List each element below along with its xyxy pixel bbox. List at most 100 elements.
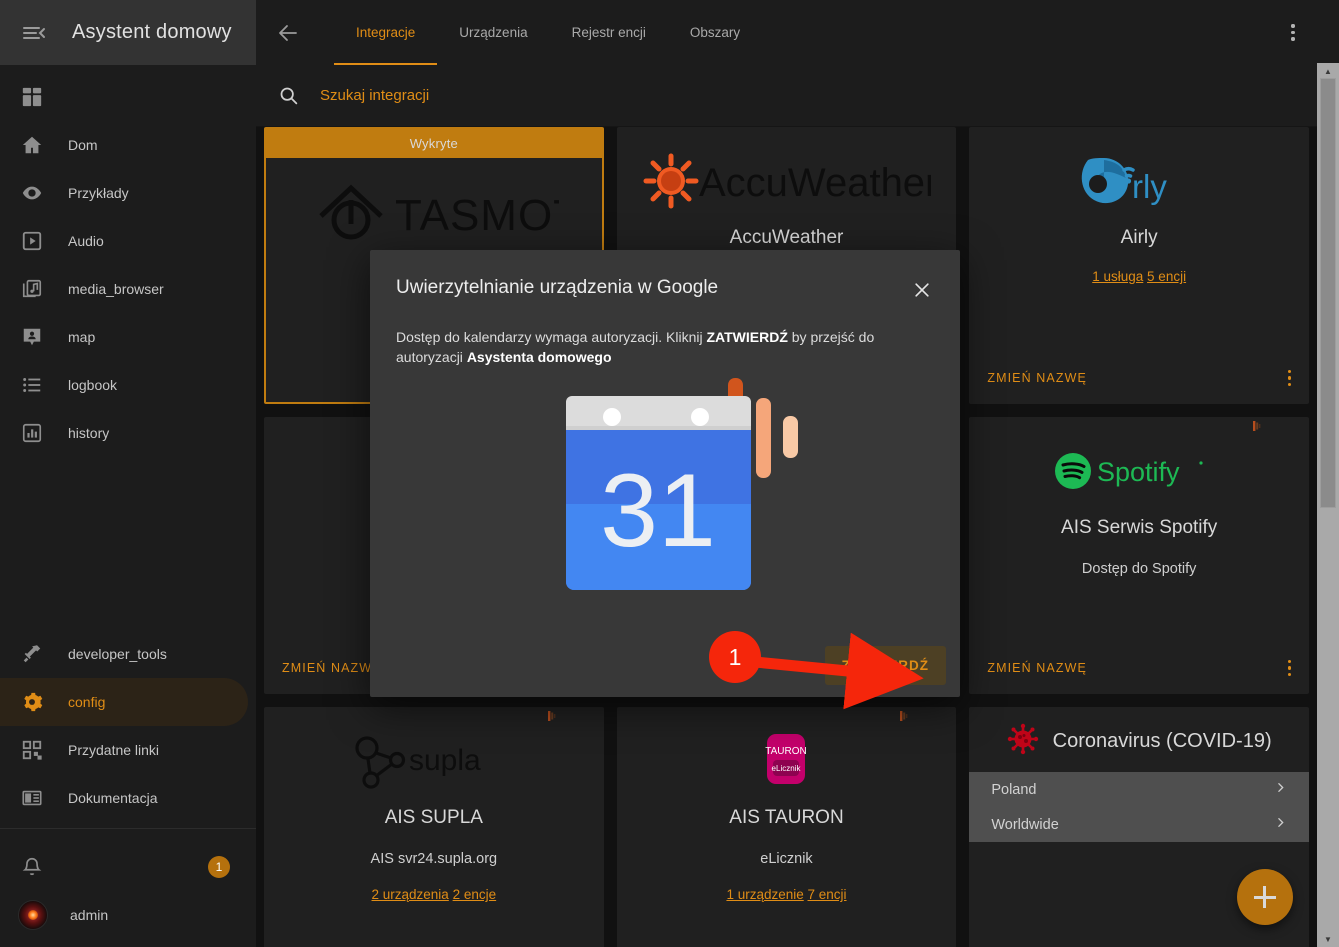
eye-icon — [18, 179, 46, 207]
card-links: 1 urządzenie 7 encji — [726, 887, 846, 902]
sidebar-item-label: logbook — [68, 377, 118, 393]
sidebar-item-przyklady[interactable]: Przykłady — [0, 169, 248, 217]
arrow-left-icon[interactable] — [264, 9, 312, 57]
sidebar-item-dom[interactable]: Dom — [0, 121, 248, 169]
avatar — [18, 900, 48, 930]
google-calendar-31-icon: 31 — [566, 377, 798, 590]
user-label: admin — [70, 907, 109, 923]
chevron-right-icon — [1274, 816, 1287, 834]
card-title: AccuWeather — [729, 227, 844, 248]
dialog-body-text: Dostęp do kalendarzy wymaga autoryzacji.… — [370, 299, 915, 368]
sidebar-item-developer-tools[interactable]: developer_tools — [0, 630, 248, 678]
card-title: Coronavirus (COVID-19) — [1052, 730, 1272, 752]
tauron-elicznik-logo: TAURON eLicznik — [759, 725, 813, 797]
card-body: supla AIS SUPLA AIS svr24.supla.org 2 ur… — [264, 707, 604, 932]
card-overflow-icon[interactable] — [1287, 659, 1291, 677]
covid-row-poland[interactable]: Poland — [969, 772, 1309, 807]
sidebar-item-przydatne-linki[interactable]: Przydatne linki — [0, 726, 248, 774]
tab-urzadzenia[interactable]: Urządzenia — [437, 0, 549, 65]
card-title: AIS Serwis Spotify — [1061, 517, 1218, 538]
tab-integracje[interactable]: Integracje — [334, 0, 438, 65]
sidebar-item-config[interactable]: config — [0, 678, 248, 726]
card-subtitle: Dostęp do Spotify — [1081, 561, 1197, 577]
card-body: TAURON eLicznik AIS TAURON eLicznik 1 ur… — [617, 707, 957, 932]
rename-button[interactable]: ZMIEŃ NAZWĘ — [987, 371, 1087, 385]
sidebar-divider — [0, 828, 256, 829]
sidebar-header: Asystent domowy — [0, 0, 256, 65]
card-flag-label: Wykryte — [266, 129, 602, 158]
covid-row-worldwide[interactable]: Worldwide — [969, 807, 1309, 842]
map-marker-account-icon — [18, 323, 46, 351]
sidebar-item-label: media_browser — [68, 281, 164, 297]
hamburger-collapse-icon[interactable] — [14, 13, 54, 53]
card-title: Airly — [1120, 227, 1158, 248]
integration-card-ais-serwis-spotify[interactable]: Spotify AIS Serwis Spotify Dostęp do Spo… — [969, 417, 1309, 694]
scrollbar-thumb[interactable] — [1320, 78, 1336, 508]
card-subtitle: AIS svr24.supla.org — [370, 851, 498, 867]
rename-button[interactable]: ZMIEŃ NAZWĘ — [987, 661, 1087, 675]
sidebar-item-dokumentacja[interactable]: Dokumentacja — [0, 774, 248, 822]
sidebar-item-label: map — [68, 329, 96, 345]
sidebar-item-notifications[interactable]: 1 — [0, 843, 248, 891]
sidebar-item-label: Przydatne linki — [68, 742, 160, 758]
dialog-illustration: 31 31 — [370, 368, 960, 618]
format-list-bulleted-icon — [18, 371, 46, 399]
entities-link[interactable]: 5 encji — [1147, 269, 1186, 284]
music-library-icon — [18, 275, 46, 303]
sidebar-item-label: Przykłady — [68, 185, 129, 201]
services-link[interactable]: 1 usługa — [1092, 269, 1143, 284]
svg-text:TAURON: TAURON — [766, 746, 807, 757]
bell-icon — [18, 853, 46, 881]
triangle-down-icon[interactable]: ▼ — [1317, 931, 1339, 947]
sidebar-item-overview[interactable] — [0, 73, 248, 121]
integration-card-airly[interactable]: rly Airly 1 usługa 5 encji ZMIEŃ NAZWĘ — [969, 127, 1309, 404]
sidebar-item-label: history — [68, 425, 110, 441]
card-footer: ZMIEŃ NAZWĘ — [969, 352, 1309, 404]
approve-button[interactable]: ZATWIERDŹ — [824, 646, 946, 685]
card-overflow-icon[interactable] — [1287, 369, 1291, 387]
integration-card-ais-supla[interactable]: supla AIS SUPLA AIS svr24.supla.org 2 ur… — [264, 707, 604, 947]
svg-text:eLicznik: eLicznik — [772, 764, 802, 773]
supla-logo: supla — [351, 725, 516, 797]
search-input[interactable] — [320, 87, 1171, 104]
tab-obszary[interactable]: Obszary — [668, 0, 762, 65]
sidebar-item-audio[interactable]: Audio — [0, 217, 248, 265]
close-icon[interactable] — [906, 274, 938, 306]
integration-card-ais-tauron[interactable]: TAURON eLicznik AIS TAURON eLicznik 1 ur… — [616, 707, 957, 947]
card-title: AIS SUPLA — [384, 807, 483, 828]
card-links: 1 usługa 5 encji — [1092, 269, 1186, 284]
sidebar-item-map[interactable]: map — [0, 313, 248, 361]
play-box-icon — [18, 227, 46, 255]
entities-link[interactable]: 7 encji — [808, 887, 847, 902]
book-open-icon — [18, 784, 46, 812]
virus-icon — [1007, 723, 1039, 760]
rename-button[interactable]: ZMIEŃ NAZWĘ — [282, 661, 382, 675]
tab-rejestr-encji[interactable]: Rejestr encji — [550, 0, 668, 65]
sidebar-item-user[interactable]: admin — [0, 891, 248, 939]
svg-text:supla: supla — [409, 744, 481, 777]
sidebar-item-label: Audio — [68, 233, 104, 249]
vertical-scrollbar[interactable]: ▲ ▼ — [1317, 63, 1339, 947]
search-bar — [256, 65, 1339, 127]
covid-row-label: Poland — [991, 781, 1037, 798]
spotify-logo: Spotify — [1049, 435, 1229, 507]
sidebar-bottom-nav: developer_tools config Przydatne linki D… — [0, 630, 256, 947]
tasmota-logo: TASMOTA — [309, 176, 559, 248]
triangle-up-icon[interactable]: ▲ — [1317, 63, 1339, 79]
svg-text:TASMOTA: TASMOTA — [395, 191, 559, 240]
sidebar-item-label: developer_tools — [68, 646, 167, 662]
devices-link[interactable]: 1 urządzenie — [726, 887, 803, 902]
dots-vertical-icon[interactable] — [1273, 13, 1313, 53]
sidebar-nav: Dom Przykłady Audio media_browser map lo… — [0, 65, 256, 457]
devices-link[interactable]: 2 urządzenia — [372, 887, 449, 902]
magnify-icon — [276, 84, 300, 108]
add-integration-fab[interactable] — [1237, 869, 1293, 925]
sidebar-item-history[interactable]: history — [0, 409, 248, 457]
hammer-icon — [18, 640, 46, 668]
sidebar-item-logbook[interactable]: logbook — [0, 361, 248, 409]
cog-icon — [18, 688, 46, 716]
sidebar-item-media-browser[interactable]: media_browser — [0, 265, 248, 313]
entities-link[interactable]: 2 encje — [453, 887, 497, 902]
svg-text:rly: rly — [1132, 168, 1167, 205]
